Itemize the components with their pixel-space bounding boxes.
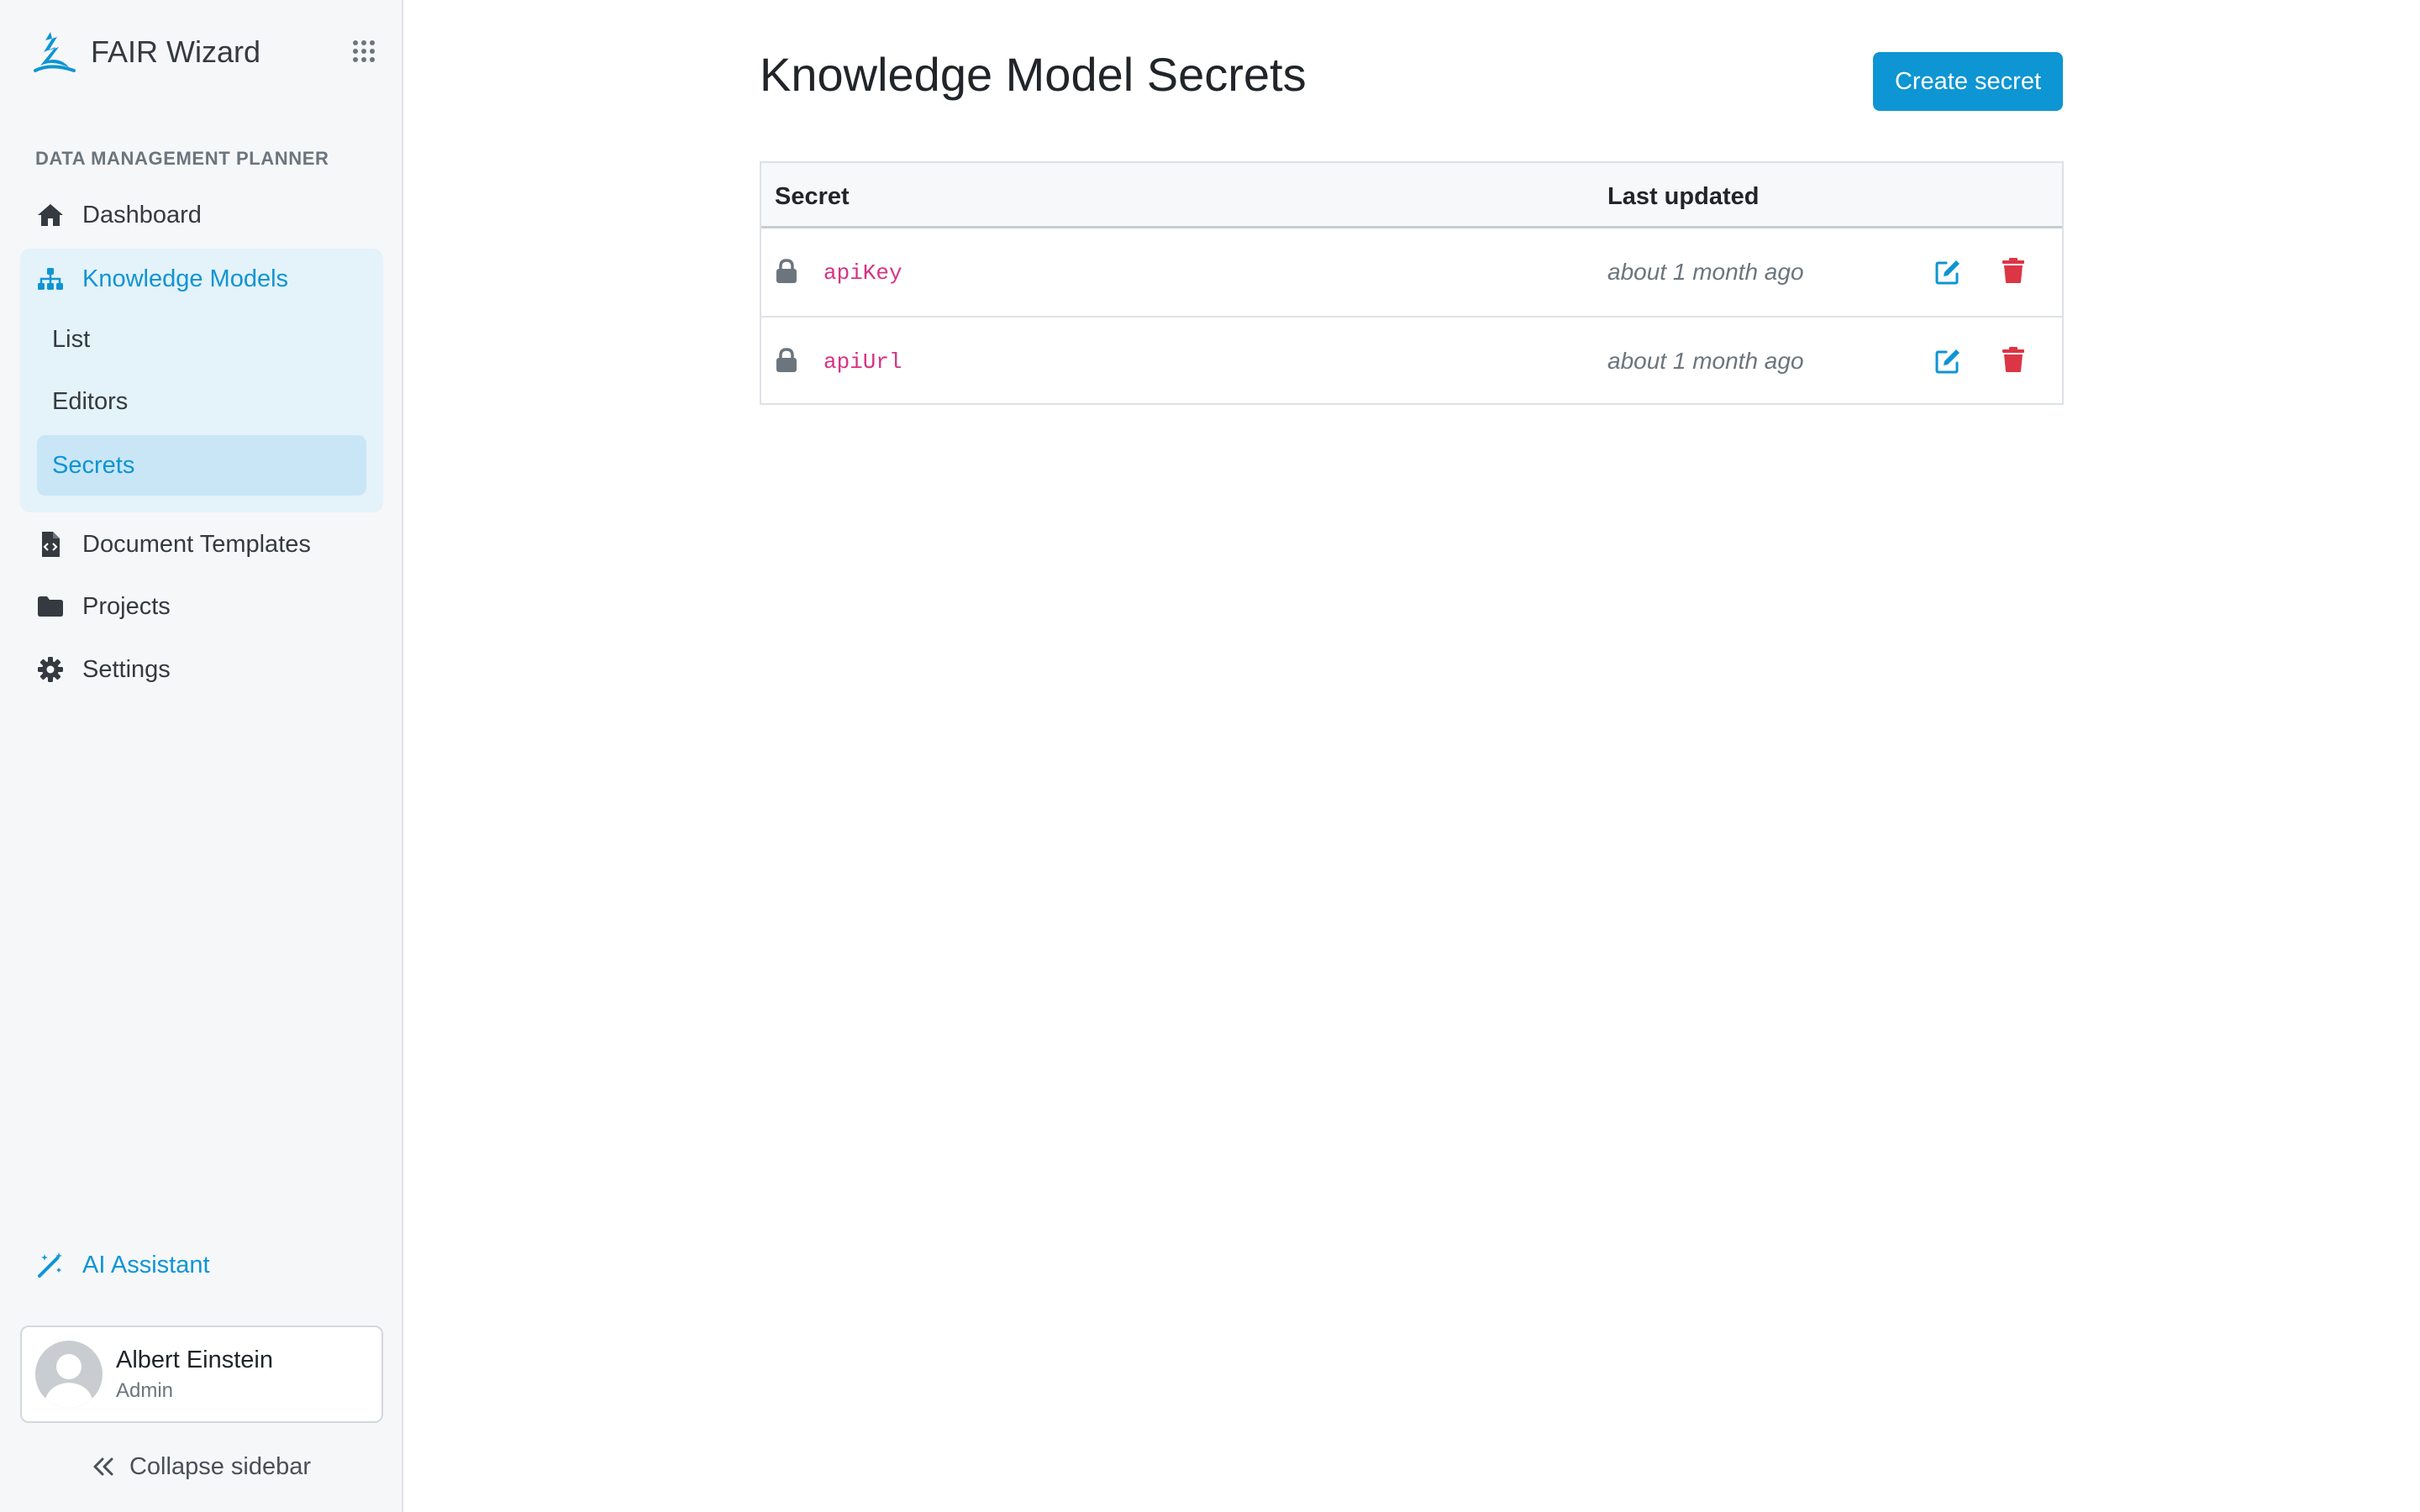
- secret-name: apiUrl: [823, 349, 902, 375]
- sidebar-item-settings[interactable]: Settings: [20, 639, 383, 700]
- table-row: apiKey about 1 month ago: [761, 228, 2062, 316]
- user-menu[interactable]: Albert Einstein Admin: [20, 1326, 383, 1423]
- table-row: apiUrl about 1 month ago: [761, 316, 2062, 403]
- brand[interactable]: FAIR Wizard: [30, 27, 260, 77]
- sidebar-item-label: AI Assistant: [82, 1251, 210, 1278]
- sidebar-item-label: Document Templates: [82, 530, 311, 558]
- create-secret-button[interactable]: Create secret: [1873, 52, 2063, 111]
- lock-icon: [776, 348, 797, 372]
- edit-icon[interactable]: [1934, 259, 1961, 286]
- grid-icon[interactable]: [351, 39, 376, 64]
- app: FAIR Wizard DATA MANAGEMENT PLANNER Dash…: [0, 0, 2420, 1512]
- avatar: [35, 1341, 103, 1408]
- user-role: Admin: [116, 1378, 174, 1402]
- table-header: Secret Last updated: [761, 163, 2062, 228]
- user-name: Albert Einstein: [116, 1346, 273, 1373]
- sidebar-subitem-editors[interactable]: Editors: [37, 371, 366, 432]
- file-code-icon: [37, 531, 64, 558]
- sitemap-icon: [37, 265, 64, 292]
- sidebar-item-knowledge-models[interactable]: Knowledge Models: [20, 249, 383, 309]
- secret-last-updated: about 1 month ago: [1607, 348, 1804, 374]
- sidebar-item-dashboard[interactable]: Dashboard: [20, 185, 383, 245]
- column-header-secret: Secret: [775, 183, 850, 210]
- page-title: Knowledge Model Secrets: [760, 48, 1307, 101]
- secret-last-updated: about 1 month ago: [1607, 259, 1804, 285]
- user-info: Albert Einstein Admin: [116, 1347, 273, 1403]
- edit-icon[interactable]: [1934, 348, 1961, 375]
- main-content: Knowledge Model Secrets Create secret Se…: [403, 0, 2420, 1512]
- collapse-sidebar-button[interactable]: Collapse sidebar: [0, 1443, 403, 1490]
- double-chevron-left-icon: [93, 1457, 113, 1476]
- sidebar-item-label: Knowledge Models: [82, 265, 289, 292]
- secret-name: apiKey: [823, 260, 902, 286]
- section-label: DATA MANAGEMENT PLANNER: [35, 148, 329, 169]
- column-header-last-updated: Last updated: [1607, 183, 1760, 210]
- sidebar-item-projects[interactable]: Projects: [20, 576, 383, 637]
- gear-icon: [37, 656, 64, 683]
- magic-wand-icon: [37, 1252, 64, 1278]
- sidebar-subitem-secrets[interactable]: Secrets: [37, 435, 366, 496]
- sidebar-subitem-list[interactable]: List: [37, 309, 366, 370]
- trash-icon[interactable]: [2002, 257, 2025, 284]
- lock-icon: [776, 259, 797, 283]
- brand-name: FAIR Wizard: [91, 34, 261, 69]
- collapse-sidebar-label: Collapse sidebar: [129, 1452, 311, 1480]
- fair-wizard-logo-icon: [34, 32, 76, 72]
- secrets-table: Secret Last updated apiKey about 1 month…: [760, 161, 2064, 405]
- sidebar-item-label: Settings: [82, 655, 171, 683]
- sidebar-item-label: Projects: [82, 592, 171, 620]
- home-icon: [37, 202, 64, 228]
- sidebar-item-label: Dashboard: [82, 201, 202, 228]
- folder-icon: [37, 593, 64, 620]
- ai-assistant-button[interactable]: AI Assistant: [20, 1235, 383, 1295]
- trash-icon[interactable]: [2002, 346, 2025, 373]
- sidebar-item-document-templates[interactable]: Document Templates: [20, 514, 383, 575]
- sidebar: FAIR Wizard DATA MANAGEMENT PLANNER Dash…: [0, 0, 403, 1512]
